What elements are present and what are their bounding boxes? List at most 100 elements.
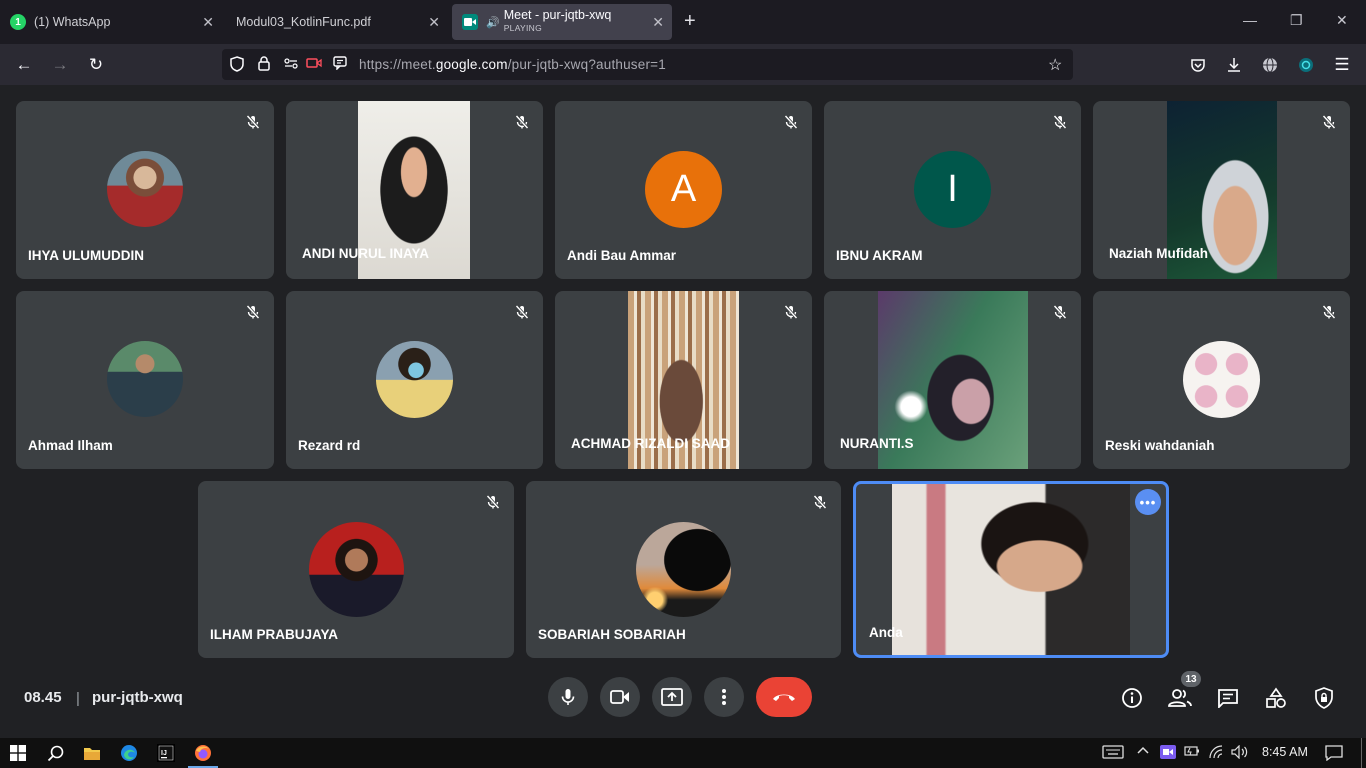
chevron-up-icon[interactable] bbox=[1137, 745, 1149, 760]
participant-tile[interactable]: Naziah Mufidah bbox=[1093, 101, 1350, 279]
whatsapp-icon: 1 bbox=[10, 14, 26, 30]
participant-tile[interactable]: SOBARIAH SOBARIAH bbox=[526, 481, 841, 658]
firefox-icon[interactable] bbox=[194, 744, 212, 762]
mic-off-icon bbox=[807, 489, 833, 515]
close-icon[interactable]: ✕ bbox=[652, 14, 664, 31]
mic-off-icon bbox=[1316, 109, 1342, 135]
url-text[interactable]: https://meet.google.com/pur-jqtb-xwq?aut… bbox=[359, 57, 666, 72]
host-controls-button[interactable] bbox=[1310, 684, 1338, 712]
participant-tile[interactable]: ANDI NURUL INAYA bbox=[286, 101, 543, 279]
present-screen-button[interactable] bbox=[652, 677, 692, 717]
participant-name: Andi Bau Ammar bbox=[567, 248, 677, 263]
tab-pdf[interactable]: Modul03_KotlinFunc.pdf ✕ bbox=[226, 4, 448, 40]
volume-icon[interactable] bbox=[1231, 744, 1249, 762]
profile-photo bbox=[107, 341, 183, 417]
permissions-icon[interactable] bbox=[284, 56, 298, 72]
wifi-icon[interactable] bbox=[1208, 745, 1224, 762]
microphone-icon bbox=[561, 689, 575, 705]
mic-off-icon bbox=[509, 299, 535, 325]
url-bar[interactable]: https://meet.google.com/pur-jqtb-xwq?aut… bbox=[222, 49, 1073, 80]
participant-name: IHYA ULUMUDDIN bbox=[28, 248, 145, 263]
keyboard-icon[interactable] bbox=[1102, 745, 1124, 762]
participant-tile[interactable]: IHYA ULUMUDDIN bbox=[16, 101, 274, 279]
notification-icon[interactable] bbox=[1325, 745, 1343, 764]
hang-up-icon bbox=[773, 694, 795, 701]
participant-name: ANDI NURUL INAYA bbox=[302, 246, 430, 261]
window-close-icon[interactable]: ✕ bbox=[1336, 12, 1348, 29]
separator: | bbox=[76, 690, 80, 707]
self-view-tile[interactable]: ••• Anda bbox=[853, 481, 1169, 658]
download-icon[interactable] bbox=[1222, 53, 1246, 77]
file-explorer-icon[interactable] bbox=[83, 744, 101, 762]
mic-off-icon bbox=[1047, 109, 1073, 135]
participant-tile[interactable]: A Andi Bau Ammar bbox=[555, 101, 812, 279]
more-options-button[interactable] bbox=[704, 677, 744, 717]
participant-count-badge: 13 bbox=[1181, 671, 1201, 687]
page-info-icon[interactable] bbox=[333, 56, 347, 73]
reload-icon[interactable]: ↻ bbox=[84, 53, 108, 77]
participants-button[interactable] bbox=[1166, 684, 1194, 712]
back-icon[interactable]: ← bbox=[12, 53, 36, 77]
forward-icon[interactable]: → bbox=[48, 53, 72, 77]
participant-tile[interactable]: Reski wahdaniah bbox=[1093, 291, 1350, 469]
mic-off-icon bbox=[240, 299, 266, 325]
activities-button[interactable] bbox=[1262, 684, 1290, 712]
participant-tile[interactable]: ILHAM PRABUJAYA bbox=[198, 481, 514, 658]
participant-tile[interactable]: NURANTI.S bbox=[824, 291, 1081, 469]
chat-button[interactable] bbox=[1214, 684, 1242, 712]
tab-meet[interactable]: 🔊 Meet - pur-jqtb-xwq PLAYING ✕ bbox=[452, 4, 672, 40]
lock-icon[interactable] bbox=[258, 56, 270, 74]
participant-name: SOBARIAH SOBARIAH bbox=[538, 627, 686, 642]
more-vert-icon bbox=[722, 689, 726, 705]
menu-icon[interactable]: ☰ bbox=[1330, 53, 1354, 77]
intellij-icon[interactable]: IJ bbox=[157, 744, 175, 762]
participant-tile[interactable]: ACHMAD RIZALDI SAAD bbox=[555, 291, 812, 469]
minimize-icon[interactable]: — bbox=[1243, 12, 1257, 28]
participant-tile[interactable]: Rezard rd bbox=[286, 291, 543, 469]
mic-off-icon bbox=[778, 109, 804, 135]
meeting-details-button[interactable] bbox=[1118, 684, 1146, 712]
camera-sharing-icon[interactable] bbox=[306, 56, 322, 72]
close-icon[interactable]: ✕ bbox=[428, 14, 440, 31]
meet-icon bbox=[462, 14, 478, 30]
shield-icon[interactable] bbox=[230, 56, 244, 75]
tab-label: Modul03_KotlinFunc.pdf bbox=[236, 15, 371, 29]
close-icon[interactable]: ✕ bbox=[202, 14, 214, 31]
battery-icon[interactable] bbox=[1184, 745, 1200, 760]
show-desktop-divider[interactable] bbox=[1361, 738, 1362, 768]
new-tab-button[interactable]: + bbox=[684, 10, 696, 33]
navigation-bar: ← → ↻ https://meet.google.com/pur-jqtb-x… bbox=[0, 44, 1366, 85]
mic-off-icon bbox=[1316, 299, 1342, 325]
meeting-code[interactable]: pur-jqtb-xwq bbox=[92, 689, 183, 706]
participant-tile[interactable]: I IBNU AKRAM bbox=[824, 101, 1081, 279]
search-icon[interactable] bbox=[46, 744, 64, 762]
participant-name: IBNU AKRAM bbox=[836, 248, 923, 263]
translate-globe-icon[interactable] bbox=[1258, 53, 1282, 77]
tab-label: (1) WhatsApp bbox=[34, 15, 111, 29]
people-icon bbox=[1168, 689, 1192, 707]
profile-photo bbox=[107, 151, 183, 227]
bookmark-star-icon[interactable]: ☆ bbox=[1048, 55, 1062, 75]
leave-call-button[interactable] bbox=[756, 677, 812, 717]
participant-name: Reski wahdaniah bbox=[1105, 438, 1215, 453]
browser-tab-strip: 1 (1) WhatsApp ✕ Modul03_KotlinFunc.pdf … bbox=[0, 0, 1366, 44]
camera-button[interactable] bbox=[600, 677, 640, 717]
mic-off-icon bbox=[778, 299, 804, 325]
participant-tile[interactable]: Ahmad Ilham bbox=[16, 291, 274, 469]
participant-name: Rezard rd bbox=[298, 438, 361, 453]
taskbar-clock[interactable]: 8:45 AM bbox=[1262, 745, 1308, 759]
camera-icon bbox=[610, 690, 629, 704]
participant-name: Anda bbox=[869, 625, 903, 640]
speaker-icon: 🔊 bbox=[486, 16, 500, 29]
tab-label: Meet - pur-jqtb-xwq bbox=[503, 8, 612, 22]
windows-start-icon[interactable] bbox=[9, 744, 27, 762]
restore-icon[interactable]: ❐ bbox=[1290, 12, 1303, 29]
pocket-icon[interactable] bbox=[1186, 53, 1210, 77]
extension-icon[interactable] bbox=[1294, 53, 1318, 77]
participant-name: NURANTI.S bbox=[840, 436, 914, 451]
edge-icon[interactable] bbox=[120, 744, 138, 762]
meet-now-icon[interactable] bbox=[1160, 745, 1176, 762]
tab-whatsapp[interactable]: 1 (1) WhatsApp ✕ bbox=[0, 4, 222, 40]
microphone-button[interactable] bbox=[548, 677, 588, 717]
more-options-icon[interactable]: ••• bbox=[1135, 489, 1161, 515]
